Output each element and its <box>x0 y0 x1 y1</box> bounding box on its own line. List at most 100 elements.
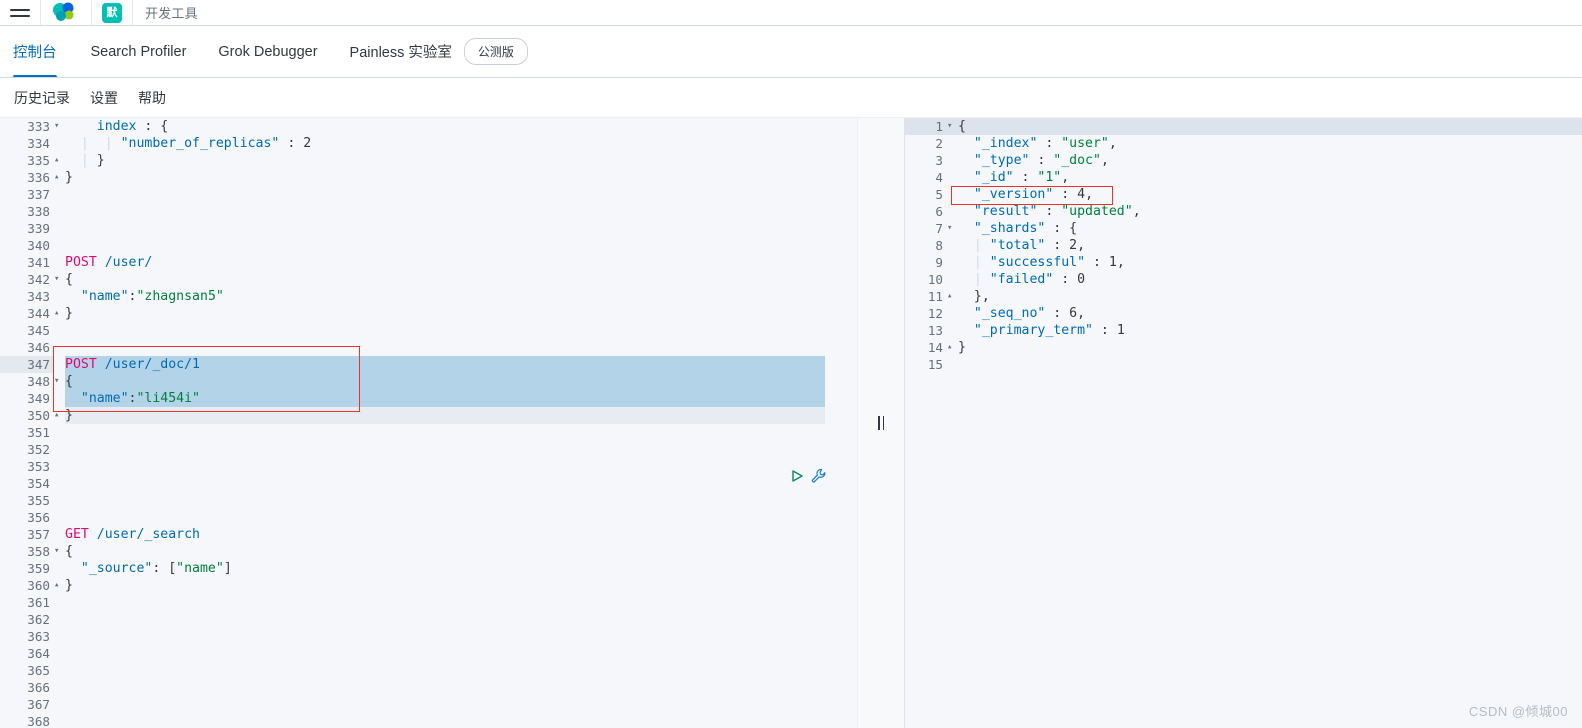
code-line-text: { <box>65 272 73 287</box>
wrench-icon[interactable] <box>811 468 827 484</box>
line-number: 340 <box>27 238 50 253</box>
code-line: 15 <box>905 356 1582 373</box>
line-number: 5 <box>935 187 943 202</box>
line-number: 334 <box>27 136 50 151</box>
fold-toggle-icon[interactable]: ▴ <box>947 339 958 356</box>
code-line-text: POST /user/ <box>65 255 153 270</box>
code-line-text: "_id" : "1", <box>958 170 1070 185</box>
line-number: 361 <box>27 595 50 610</box>
code-line-background <box>65 611 825 628</box>
code-line-text: | "failed" : 0 <box>958 272 1086 287</box>
code-line-background <box>65 679 825 696</box>
code-line-text: } <box>65 578 73 593</box>
menu-toggle-button[interactable] <box>0 0 41 26</box>
request-action-buttons <box>790 468 827 484</box>
line-number: 347 <box>0 356 54 373</box>
menu-item-help[interactable]: 帮助 <box>138 88 166 108</box>
home-logo-button[interactable] <box>41 0 92 26</box>
line-number: 350 <box>27 408 50 423</box>
fold-toggle-icon[interactable]: ▴ <box>54 577 65 594</box>
code-line-background <box>65 203 825 220</box>
fold-toggle-icon[interactable]: ▴ <box>947 288 958 305</box>
menu-item-settings[interactable]: 设置 <box>90 88 118 108</box>
code-line: 361 <box>0 594 857 611</box>
line-number: 336 <box>27 170 50 185</box>
code-line: 13 "_primary_term" : 1 <box>905 322 1582 339</box>
code-line: 335 ▴ | } <box>0 152 857 169</box>
fold-toggle-icon[interactable]: ▾ <box>54 271 65 288</box>
code-line-text: } <box>65 306 73 321</box>
code-line: 365 <box>0 662 857 679</box>
line-number: 11 <box>927 289 943 304</box>
code-line: 348 ▾{ <box>0 373 857 390</box>
fold-toggle-icon[interactable]: ▾ <box>54 373 65 390</box>
page-title: 开发工具 <box>145 6 198 21</box>
fold-toggle-icon[interactable]: ▾ <box>947 118 958 135</box>
fold-toggle-icon[interactable]: ▾ <box>54 543 65 560</box>
line-number: 348 <box>27 374 50 389</box>
tab-console[interactable]: 控制台 <box>13 26 75 77</box>
code-line-text: index : { <box>96 119 169 134</box>
code-line: 354 <box>0 475 857 492</box>
response-output-pane[interactable]: 1 ▾{2 "_index" : "user", 3 "_type" : "_doc… <box>905 118 1582 728</box>
console-body: 333 ▾ index : {334 | | "number_of_replica… <box>0 118 1582 728</box>
space-switcher-button[interactable]: 默 <box>92 0 133 26</box>
code-line-text: | | "number_of_replicas" : 2 <box>65 136 312 151</box>
play-icon[interactable] <box>790 469 804 483</box>
code-line: 337 <box>0 186 857 203</box>
code-line: 14 ▴} <box>905 339 1582 356</box>
code-line-text: | } <box>65 153 105 168</box>
fold-toggle-icon[interactable]: ▴ <box>54 169 65 186</box>
code-line: 1 ▾{ <box>905 118 1582 135</box>
code-line-background <box>65 509 825 526</box>
code-line: 357 GET /user/_search <box>0 526 857 543</box>
line-number: 9 <box>935 255 943 270</box>
tab-search-profiler[interactable]: Search Profiler <box>75 26 203 77</box>
code-line-background <box>65 696 825 713</box>
response-output-code: 1 ▾{2 "_index" : "user", 3 "_type" : "_doc… <box>905 118 1582 728</box>
fold-toggle-icon[interactable]: ▴ <box>54 407 65 424</box>
code-line-text: "_source": ["name"] <box>65 561 232 576</box>
code-line-background <box>65 237 825 254</box>
fold-toggle-icon[interactable]: ▴ <box>54 152 65 169</box>
request-editor-pane[interactable]: 333 ▾ index : {334 | | "number_of_replica… <box>0 118 857 728</box>
fold-toggle-icon[interactable]: ▴ <box>54 305 65 322</box>
tab-painless-lab[interactable]: Painless 实验室 公测版 <box>334 26 544 77</box>
line-number: 333 <box>27 119 50 134</box>
line-number: 356 <box>27 510 50 525</box>
line-number: 7 <box>935 221 943 236</box>
line-number: 1 <box>935 119 943 134</box>
tab-grok-debugger[interactable]: Grok Debugger <box>202 26 333 77</box>
request-editor-code[interactable]: 333 ▾ index : {334 | | "number_of_replica… <box>0 118 857 728</box>
fold-toggle-icon[interactable]: ▾ <box>54 118 65 135</box>
code-line-background <box>65 186 825 203</box>
code-line: 10 | "failed" : 0 <box>905 271 1582 288</box>
line-number: 352 <box>27 442 50 457</box>
line-number: 345 <box>27 323 50 338</box>
line-number: 354 <box>27 476 50 491</box>
resize-grip-icon <box>878 416 884 430</box>
line-number: 362 <box>27 612 50 627</box>
line-number: 346 <box>27 340 50 355</box>
code-line-text: { <box>65 544 73 559</box>
code-line: 355 <box>0 492 857 509</box>
line-number: 351 <box>27 425 50 440</box>
code-line-background <box>65 628 825 645</box>
tab-painless-lab-label: Painless 实验室 <box>349 45 452 61</box>
code-line-text: "_index" : "user", <box>958 136 1117 151</box>
code-line-text: "_primary_term" : 1 <box>958 323 1125 338</box>
code-line: 334 | | "number_of_replicas" : 2 <box>0 135 857 152</box>
menu-item-history[interactable]: 历史记录 <box>14 88 70 108</box>
code-line: 8 | "total" : 2, <box>905 237 1582 254</box>
code-line: 353 <box>0 458 857 475</box>
pane-resizer[interactable] <box>857 118 905 728</box>
code-line-text: "result" : "updated", <box>958 204 1141 219</box>
tab-grok-debugger-label: Grok Debugger <box>218 43 318 60</box>
fold-toggle-icon[interactable]: ▾ <box>947 220 958 237</box>
code-line-text: GET /user/_search <box>65 527 200 542</box>
line-number: 343 <box>27 289 50 304</box>
primary-tab-bar: 控制台 Search Profiler Grok Debugger Painle… <box>0 26 1582 78</box>
line-number: 15 <box>927 357 943 372</box>
code-line: 333 ▾ index : { <box>0 118 857 135</box>
code-line-text: "_shards" : { <box>958 221 1078 236</box>
